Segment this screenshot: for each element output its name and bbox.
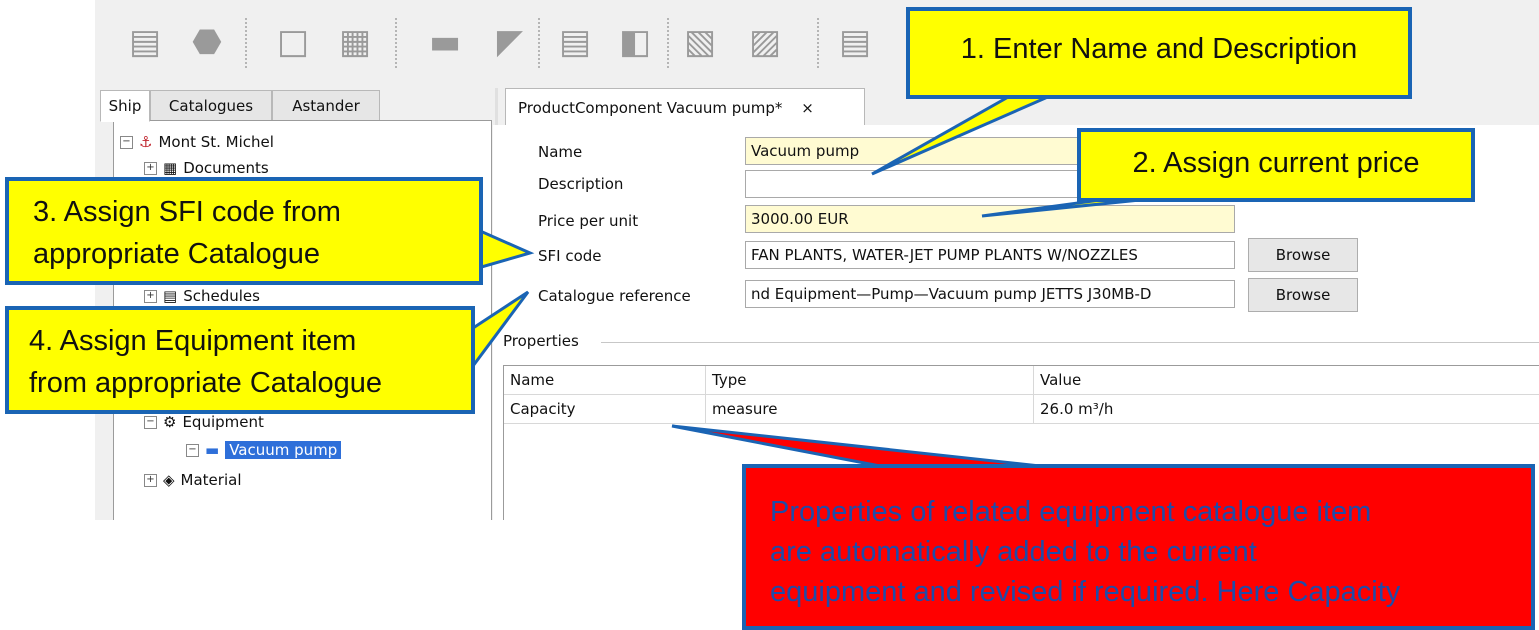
callout-1-pointer — [871, 94, 1051, 176]
callout-5-pointer — [671, 424, 1041, 468]
callout-properties-info: Properties of related equipment catalogu… — [742, 464, 1535, 630]
callout-line: equipment and revised if required. Here … — [770, 576, 1401, 608]
callout-4-pointer — [468, 290, 530, 375]
callout-2-pointer — [981, 198, 1141, 218]
callout-line: Properties of related equipment catalogu… — [770, 496, 1372, 528]
callout-line: from appropriate Catalogue — [29, 367, 383, 399]
callout-3-pointer — [476, 227, 535, 270]
callout-assign-equipment: 4. Assign Equipment item from appropriat… — [5, 306, 475, 414]
callout-line: are automatically added to the current — [770, 536, 1257, 568]
callout-line: appropriate Catalogue — [33, 238, 320, 270]
callout-line: 3. Assign SFI code from — [33, 196, 341, 228]
callout-line: 4. Assign Equipment item — [29, 325, 357, 357]
callout-assign-sfi: 3. Assign SFI code from appropriate Cata… — [5, 177, 483, 285]
callout-assign-price: 2. Assign current price — [1077, 128, 1475, 202]
callout-enter-name: 1. Enter Name and Description — [906, 7, 1412, 99]
